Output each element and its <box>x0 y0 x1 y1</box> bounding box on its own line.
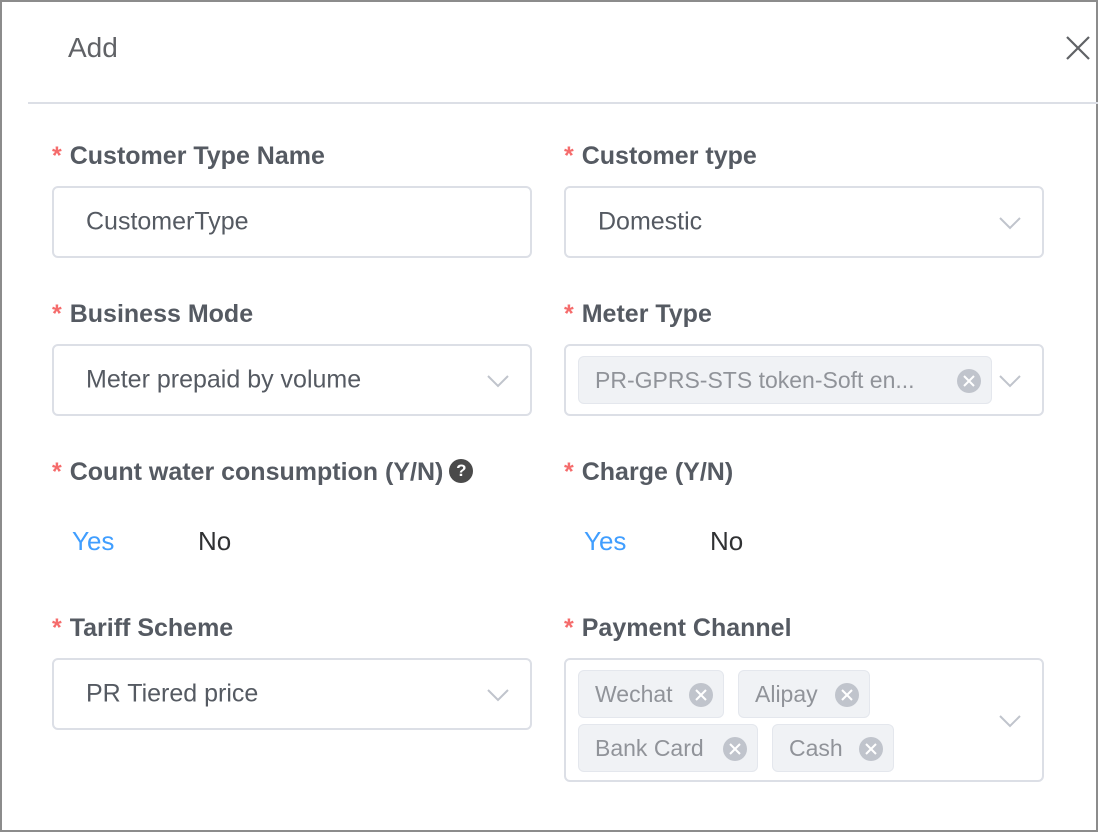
tariff-scheme-select[interactable]: PR Tiered price <box>52 658 532 730</box>
tariff-scheme-value: PR Tiered price <box>86 679 259 708</box>
payment-channel-tag: Bank Card <box>578 724 758 772</box>
business-mode-value: Meter prepaid by volume <box>86 365 362 394</box>
chevron-down-icon <box>487 689 509 702</box>
payment-channel-label: * Payment Channel <box>564 614 792 642</box>
meter-type-tag-label: PR-GPRS-STS token-Soft en... <box>595 367 915 393</box>
required-mark: * <box>564 300 574 328</box>
chevron-down-icon <box>487 375 509 388</box>
payment-channel-tag: Cash <box>772 724 894 772</box>
required-mark: * <box>564 142 574 170</box>
payment-channel-tag: Wechat <box>578 670 724 718</box>
required-mark: * <box>52 614 62 642</box>
required-mark: * <box>52 458 62 486</box>
dialog-header: Add <box>28 2 1098 104</box>
tariff-scheme-label: * Tariff Scheme <box>52 614 234 642</box>
business-mode-select[interactable]: Meter prepaid by volume <box>52 344 532 416</box>
count-water-no-option[interactable]: No <box>198 526 231 557</box>
payment-channel-tag-label: Bank Card <box>595 735 704 761</box>
count-water-yes-option[interactable]: Yes <box>72 526 114 557</box>
business-mode-label: * Business Mode <box>52 300 254 328</box>
customer-type-name-input[interactable]: CustomerType <box>52 186 532 258</box>
charge-label: * Charge (Y/N) <box>564 458 734 486</box>
customer-type-value: Domestic <box>598 207 703 236</box>
charge-no-option[interactable]: No <box>710 526 743 557</box>
chevron-down-icon <box>999 217 1021 230</box>
customer-type-select[interactable]: Domestic <box>564 186 1044 258</box>
question-circle-icon[interactable]: ? <box>449 459 474 484</box>
meter-type-select[interactable]: PR-GPRS-STS token-Soft en... <box>564 344 1044 416</box>
charge-yes-option[interactable]: Yes <box>584 526 626 557</box>
required-mark: * <box>52 300 62 328</box>
meter-type-tag: PR-GPRS-STS token-Soft en... <box>578 356 992 404</box>
customer-type-label: * Customer type <box>564 142 757 170</box>
close-icon[interactable] <box>1062 32 1094 64</box>
count-water-label: * Count water consumption (Y/N)? <box>52 458 474 487</box>
add-dialog: Add * Customer Type Name CustomerType * Cu… <box>0 0 1098 832</box>
customer-type-name-label: * Customer Type Name <box>52 142 325 170</box>
payment-channel-tag-label: Alipay <box>755 681 818 707</box>
tag-close-icon[interactable] <box>835 683 859 707</box>
tag-close-icon[interactable] <box>859 737 883 761</box>
customer-type-name-value: CustomerType <box>86 207 249 236</box>
required-mark: * <box>564 614 574 642</box>
dialog-title: Add <box>68 32 118 63</box>
payment-channel-tag: Alipay <box>738 670 870 718</box>
chevron-down-icon <box>999 375 1021 388</box>
tag-close-icon[interactable] <box>689 683 713 707</box>
chevron-down-icon <box>999 715 1021 728</box>
payment-channel-select[interactable]: Wechat Alipay Bank Card Cash <box>564 658 1044 782</box>
meter-type-label: * Meter Type <box>564 300 712 328</box>
payment-channel-tag-label: Cash <box>789 735 843 761</box>
required-mark: * <box>52 142 62 170</box>
required-mark: * <box>564 458 574 486</box>
payment-channel-tag-label: Wechat <box>595 681 673 707</box>
tag-close-icon[interactable] <box>957 369 981 393</box>
tag-close-icon[interactable] <box>723 737 747 761</box>
